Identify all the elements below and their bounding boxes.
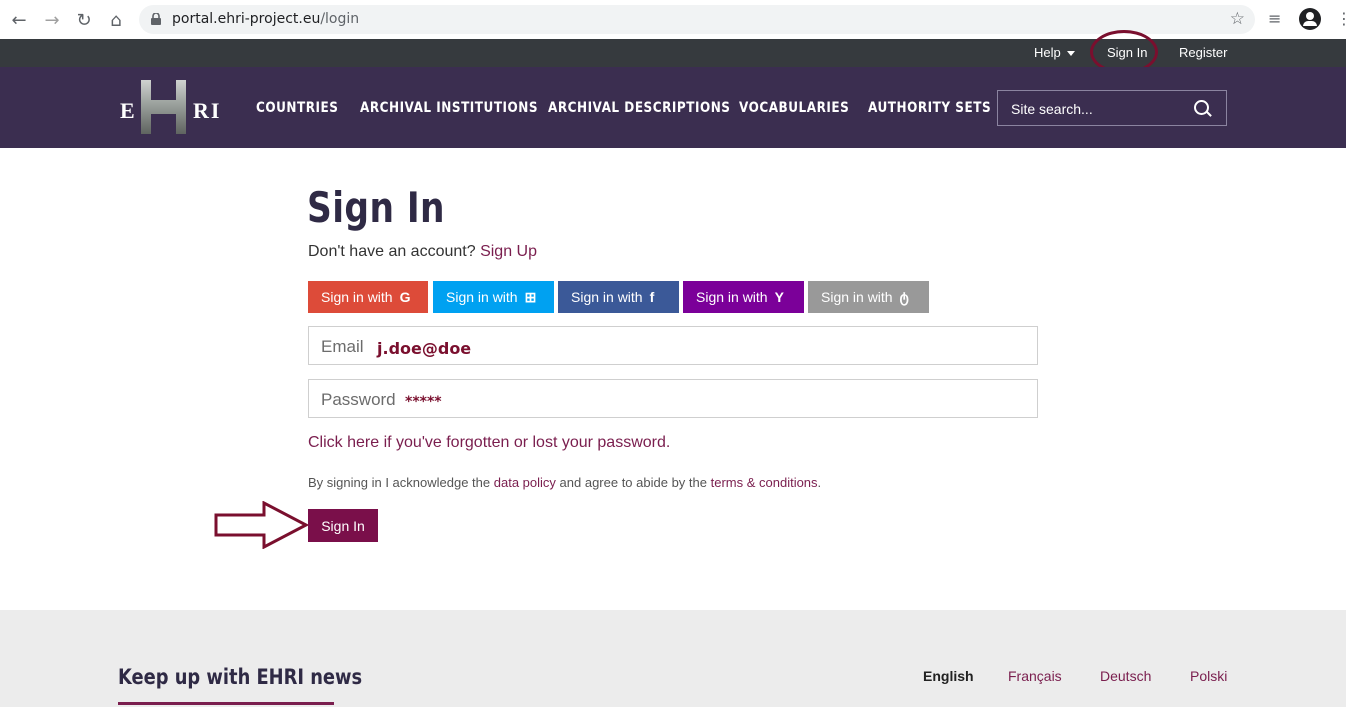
sign-in-facebook-button[interactable]: Sign in with f (558, 281, 679, 313)
sign-in-submit-button[interactable]: Sign In (308, 509, 378, 542)
nav-archival-descriptions[interactable]: ARCHIVAL DESCRIPTIONS (548, 100, 730, 116)
google-icon: G (399, 289, 411, 305)
forward-icon[interactable]: → (40, 8, 64, 32)
reload-icon[interactable]: ↻ (72, 8, 96, 32)
sign-in-yahoo-button[interactable]: Sign in with Y (683, 281, 804, 313)
logo-letter: E (120, 98, 137, 123)
site-search (997, 90, 1227, 127)
nav-archival-institutions[interactable]: ARCHIVAL INSTITUTIONS (360, 100, 538, 116)
email-field[interactable]: Email j.doe@doe (308, 326, 1038, 365)
logo-letters: RI (193, 98, 222, 123)
openid-icon: ტ (899, 288, 909, 305)
sign-up-link[interactable]: Sign Up (480, 243, 537, 260)
search-icon[interactable] (1194, 100, 1209, 115)
email-label: Email (321, 337, 364, 356)
sign-in-google-button[interactable]: Sign in with G (308, 281, 428, 313)
yahoo-icon: Y (774, 289, 784, 305)
pointer-arrow-icon (214, 501, 310, 549)
profile-icon[interactable] (1299, 8, 1321, 30)
password-label: Password (321, 390, 396, 409)
facebook-icon: f (649, 289, 655, 305)
language-polish[interactable]: Polski (1190, 668, 1227, 684)
no-account-text: Don't have an account? Sign Up (308, 243, 537, 260)
password-value: ***** (405, 394, 442, 410)
sign-in-microsoft-button[interactable]: Sign in with ⊞ (433, 281, 554, 313)
nav-authority-sets[interactable]: AUTHORITY SETS (868, 100, 991, 116)
data-policy-link[interactable]: data policy (494, 475, 556, 490)
register-link[interactable]: Register (1179, 45, 1227, 60)
footer: Keep up with EHRI news English Français … (0, 610, 1346, 707)
nav-vocabularies[interactable]: VOCABULARIES (739, 100, 849, 116)
ehri-logo[interactable]: E RI (120, 80, 226, 134)
caret-down-icon (1066, 51, 1075, 57)
home-icon[interactable]: ⌂ (104, 8, 128, 32)
address-bar[interactable]: portal.ehri-project.eu/login ☆ (139, 5, 1255, 34)
button-label: Sign in with (321, 289, 393, 305)
button-label: Sign in with (821, 289, 893, 305)
help-menu[interactable]: Help (1034, 45, 1075, 60)
news-underline (118, 702, 334, 705)
button-label: Sign in with (696, 289, 768, 305)
language-french[interactable]: Français (1008, 668, 1062, 684)
sign-in-openid-button[interactable]: Sign in with ტ (808, 281, 929, 313)
url-text: portal.ehri-project.eu/login (172, 11, 360, 27)
windows-icon: ⊞ (524, 288, 537, 305)
button-label: Sign in with (446, 289, 518, 305)
main-navbar: E RI COUNTRIES ARCHIVAL INSTITUTIONS ARC… (0, 67, 1346, 148)
language-german[interactable]: Deutsch (1100, 668, 1151, 684)
nav-countries[interactable]: COUNTRIES (256, 100, 338, 116)
playlist-icon[interactable]: ≡ (1268, 9, 1281, 28)
news-heading: Keep up with EHRI news (118, 665, 363, 689)
button-label: Sign in with (571, 289, 643, 305)
browser-menu-icon[interactable]: ⋮ (1336, 9, 1346, 28)
acknowledgement-text: By signing in I acknowledge the data pol… (308, 475, 822, 490)
terms-link[interactable]: terms & conditions (711, 475, 818, 490)
site-search-input[interactable] (998, 91, 1193, 127)
lock-icon (151, 13, 161, 25)
password-field[interactable]: Password ***** (308, 379, 1038, 418)
forgot-password-link[interactable]: Click here if you've forgotten or lost y… (308, 434, 670, 452)
back-icon[interactable]: ← (7, 8, 31, 32)
logo-h-image (141, 80, 186, 134)
bookmark-star-icon[interactable]: ☆ (1230, 9, 1245, 29)
page-title: Sign In (307, 183, 445, 232)
language-english[interactable]: English (923, 668, 974, 684)
email-value: j.doe@doe (377, 339, 472, 358)
